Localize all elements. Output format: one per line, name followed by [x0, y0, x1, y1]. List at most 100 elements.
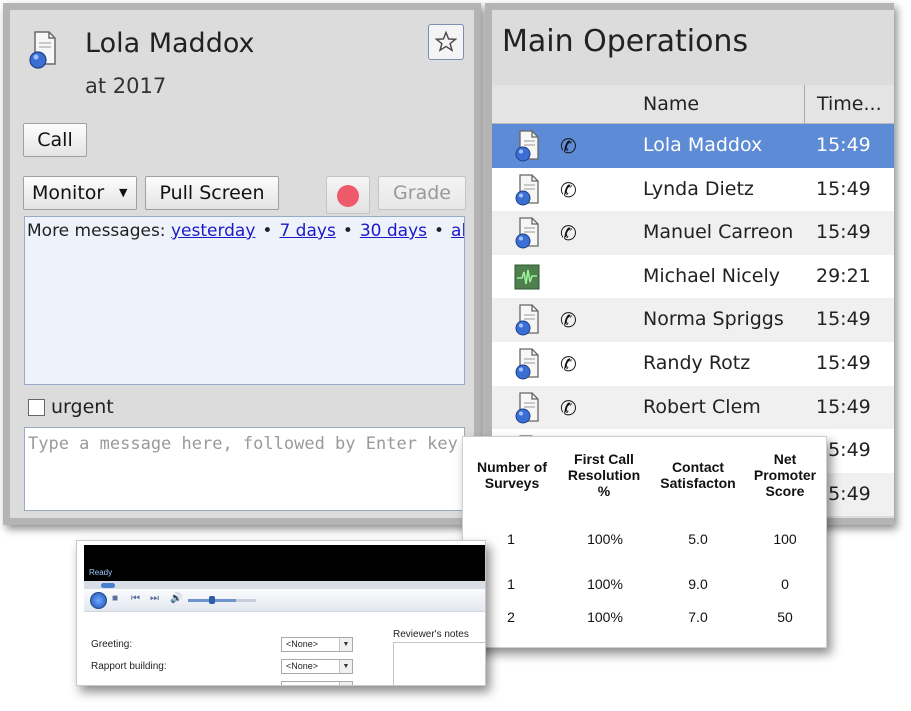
chevron-down-icon: ▼ — [339, 682, 352, 685]
play-icon[interactable] — [90, 592, 107, 609]
greeting-label: Greeting: — [91, 639, 133, 650]
link-yesterday[interactable]: yesterday — [171, 221, 255, 241]
rapport-value: <None> — [286, 661, 319, 671]
reviewer-notes-label: Reviewer's notes — [393, 629, 469, 640]
survey-cell: 100% — [587, 576, 623, 592]
table-row[interactable]: ✆ Norma Spriggs 15:49 — [492, 298, 894, 342]
more-messages-label: More messages: — [27, 221, 166, 241]
agent-panel: Lola Maddox at 2017 Call Monitor ▼ Pull … — [3, 3, 481, 525]
pull-screen-button[interactable]: Pull Screen — [145, 176, 279, 210]
caret-down-icon: ▼ — [119, 186, 128, 199]
row-time: 15:49 — [816, 177, 871, 200]
row-name: Norma Spriggs — [643, 308, 784, 331]
row-time: 15:49 — [816, 395, 871, 418]
seek-handle[interactable] — [101, 583, 115, 588]
volume-icon[interactable]: 🔊 — [170, 593, 182, 604]
row-name: Michael Nicely — [643, 264, 780, 287]
survey-cell: 1 — [507, 531, 515, 547]
row-time: 15:49 — [816, 308, 871, 331]
row-name: Randy Rotz — [643, 351, 751, 374]
table-row[interactable]: ✆ Randy Rotz 15:49 — [492, 341, 894, 386]
volume-track — [236, 599, 256, 602]
column-header-name[interactable]: Name — [643, 93, 699, 115]
volume-handle[interactable] — [209, 596, 215, 604]
phone-icon: ✆ — [560, 351, 577, 376]
rapport-select[interactable]: <None> ▼ — [281, 659, 353, 674]
next-criterion-select[interactable]: ▼ — [281, 681, 353, 685]
row-name: Manuel Carreon — [643, 221, 794, 244]
stop-icon[interactable]: ■ — [112, 593, 118, 604]
rapport-label: Rapport building: — [91, 661, 167, 672]
document-icon — [514, 216, 540, 250]
previous-icon[interactable]: ⏮ — [131, 593, 140, 604]
header-net-promoter-score: Net Promoter Score — [753, 451, 817, 499]
monitor-dropdown[interactable]: Monitor ▼ — [23, 176, 137, 210]
phone-icon: ✆ — [560, 134, 577, 158]
survey-cell: 1 — [507, 576, 515, 592]
operations-title: Main Operations — [502, 24, 749, 59]
header-first-call-resolution: First Call Resolution % — [567, 451, 641, 499]
document-icon — [514, 173, 540, 207]
message-input[interactable]: Type a message here, followed by Enter k… — [24, 427, 465, 511]
waveform-icon — [514, 260, 540, 294]
record-icon — [337, 185, 359, 207]
urgent-option: urgent — [28, 396, 114, 418]
star-icon — [434, 30, 458, 52]
table-row[interactable]: ✆ Manuel Carreon 15:49 — [492, 211, 894, 255]
call-button[interactable]: Call — [23, 123, 87, 157]
link-all[interactable]: all — [451, 221, 464, 241]
document-icon — [514, 391, 540, 425]
table-row[interactable]: ✆ Lynda Dietz 15:49 — [492, 167, 894, 212]
row-name: Lynda Dietz — [643, 177, 754, 200]
seek-bar[interactable] — [84, 581, 485, 589]
row-name: Lola Maddox — [643, 134, 763, 156]
survey-cell: 100% — [587, 531, 623, 547]
survey-cell: 9.0 — [688, 576, 708, 592]
header-number-of-surveys: Number of Surveys — [477, 459, 547, 491]
table-header: Name Time... — [492, 85, 894, 124]
phone-icon: ✆ — [560, 177, 577, 202]
greeting-value: <None> — [286, 639, 319, 649]
next-icon[interactable]: ⏭ — [150, 593, 159, 604]
row-name: Robert Clem — [643, 395, 761, 418]
table-row[interactable]: ✆ Robert Clem 15:49 — [492, 385, 894, 430]
urgent-label: urgent — [51, 396, 114, 418]
table-row[interactable]: Michael Nicely 29:21 — [492, 254, 894, 299]
row-time: 15:49 — [816, 134, 871, 156]
phone-icon: ✆ — [560, 221, 577, 246]
survey-results-panel: Number of Surveys First Call Resolution … — [462, 436, 827, 648]
phone-icon: ✆ — [560, 395, 577, 420]
document-icon — [514, 303, 540, 337]
survey-cell: 5.0 — [688, 531, 708, 547]
document-icon — [514, 129, 540, 163]
favorite-button[interactable] — [428, 24, 464, 60]
call-review-player: Ready ■ ⏮ ⏭ 🔊 Greeting: <None> ▼ Rapport… — [76, 540, 486, 686]
agent-document-icon — [29, 31, 56, 69]
reviewer-notes-input[interactable] — [393, 642, 485, 685]
header-contact-satisfaction: Contact Satisfacton — [660, 459, 736, 491]
player-status: Ready — [89, 568, 113, 577]
row-time: 15:49 — [816, 221, 871, 244]
survey-cell: 0 — [781, 576, 789, 592]
video-area — [84, 545, 485, 581]
record-button[interactable] — [326, 176, 370, 214]
chevron-down-icon: ▼ — [339, 660, 352, 673]
agent-subtitle: at 2017 — [85, 74, 167, 98]
link-7-days[interactable]: 7 days — [279, 221, 335, 241]
greeting-select[interactable]: <None> ▼ — [281, 637, 353, 652]
player-controls — [84, 589, 485, 612]
survey-cell: 7.0 — [688, 609, 708, 625]
grade-button[interactable]: Grade — [378, 176, 466, 210]
document-icon — [514, 347, 540, 381]
chevron-down-icon: ▼ — [339, 638, 352, 651]
link-30-days[interactable]: 30 days — [360, 221, 427, 241]
row-time: 15:49 — [816, 351, 871, 374]
table-row[interactable]: ✆ Lola Maddox 15:49 — [492, 124, 894, 168]
row-time: 29:21 — [816, 264, 871, 287]
message-history: More messages: yesterday • 7 days • 30 days •… — [24, 216, 465, 385]
column-header-time[interactable]: Time... — [804, 85, 894, 123]
urgent-checkbox[interactable] — [28, 398, 45, 416]
survey-cell: 50 — [777, 609, 793, 625]
survey-cell: 2 — [507, 609, 515, 625]
phone-icon: ✆ — [560, 308, 577, 333]
